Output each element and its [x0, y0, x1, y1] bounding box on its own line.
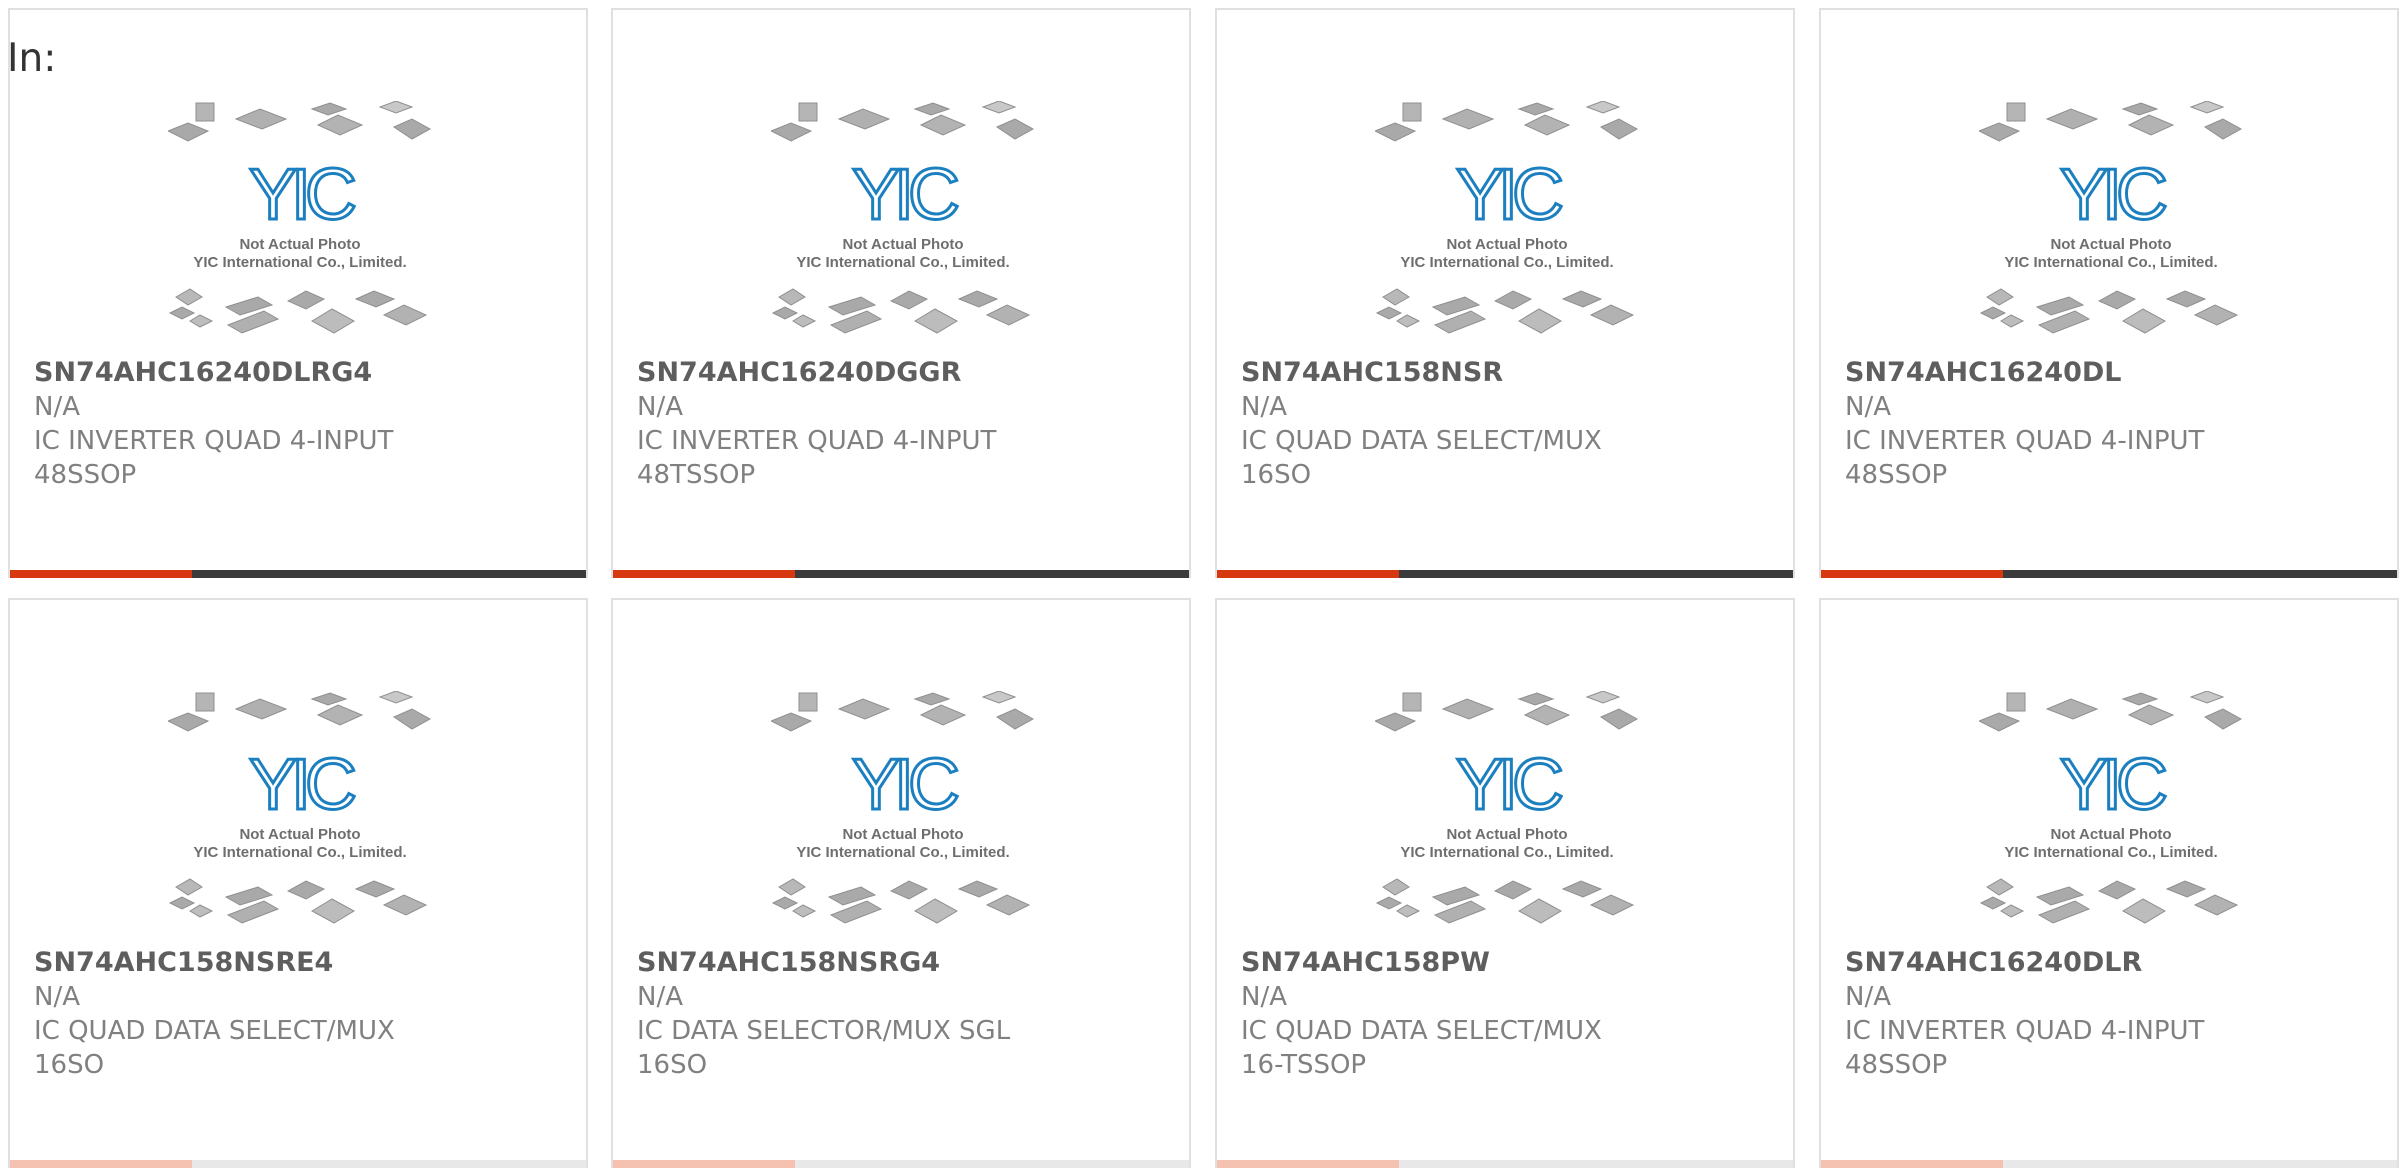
- card-bar: [1217, 570, 1793, 578]
- product-image: YIC Not Actual Photo YIC International Co.…: [166, 100, 432, 341]
- yic-logo: YIC: [249, 745, 355, 825]
- part-number[interactable]: SN74AHC16240DGGR: [637, 356, 1177, 390]
- part-number[interactable]: SN74AHC158NSRG4: [637, 946, 1177, 980]
- yic-logo: YIC: [852, 155, 958, 235]
- filter-label: In:: [7, 36, 57, 81]
- not-actual-photo-note: Not Actual Photo: [842, 826, 963, 843]
- status: N/A: [1845, 392, 1891, 422]
- placeholder-photo-icon: YICNot Actual PhotoYIC International Co.…: [166, 100, 432, 334]
- placeholder-photo-icon: YICNot Actual PhotoYIC International Co.…: [166, 690, 432, 924]
- part-number[interactable]: SN74AHC158PW: [1241, 946, 1781, 980]
- not-actual-photo-note: Not Actual Photo: [2050, 826, 2171, 843]
- description: IC INVERTER QUAD 4-INPUT 48SSOP: [34, 426, 394, 490]
- company-note: YIC International Co., Limited.: [796, 254, 1009, 271]
- product-card[interactable]: YIC Not Actual Photo YIC International Co.…: [8, 8, 588, 578]
- product-card[interactable]: YIC Not Actual Photo YIC International Co.…: [1819, 598, 2399, 1168]
- not-actual-photo-note: Not Actual Photo: [1446, 826, 1567, 843]
- status: N/A: [637, 982, 683, 1012]
- not-actual-photo-note: Not Actual Photo: [842, 236, 963, 253]
- company-note: YIC International Co., Limited.: [193, 844, 406, 861]
- placeholder-photo-icon: YICNot Actual PhotoYIC International Co.…: [1373, 100, 1639, 334]
- status: N/A: [1845, 982, 1891, 1012]
- card-bar: [613, 570, 1189, 578]
- product-image: YIC Not Actual Photo YIC International Co.…: [769, 690, 1035, 931]
- yic-logo: YIC: [1456, 155, 1562, 235]
- card-bar-accent: [1217, 1160, 1399, 1168]
- company-note: YIC International Co., Limited.: [1400, 254, 1613, 271]
- product-image: YIC Not Actual Photo YIC International Co.…: [1977, 690, 2243, 931]
- card-bar: [1821, 570, 2397, 578]
- card-bar: [10, 570, 586, 578]
- company-note: YIC International Co., Limited.: [1400, 844, 1613, 861]
- part-number[interactable]: SN74AHC16240DLRG4: [34, 356, 574, 390]
- yic-logo: YIC: [1456, 745, 1562, 825]
- company-note: YIC International Co., Limited.: [2004, 254, 2217, 271]
- yic-logo: YIC: [249, 155, 355, 235]
- product-card[interactable]: YIC Not Actual Photo YIC International Co.…: [611, 8, 1191, 578]
- product-image: YIC Not Actual Photo YIC International Co.…: [166, 690, 432, 931]
- not-actual-photo-note: Not Actual Photo: [1446, 236, 1567, 253]
- placeholder-photo-icon: YICNot Actual PhotoYIC International Co.…: [769, 100, 1035, 334]
- not-actual-photo-note: Not Actual Photo: [239, 236, 360, 253]
- placeholder-photo-icon: YICNot Actual PhotoYIC International Co.…: [1977, 690, 2243, 924]
- card-bar-accent: [10, 570, 192, 578]
- product-image: YIC Not Actual Photo YIC International Co.…: [1977, 100, 2243, 341]
- status: N/A: [34, 982, 80, 1012]
- not-actual-photo-note: Not Actual Photo: [2050, 236, 2171, 253]
- part-number[interactable]: SN74AHC158NSRE4: [34, 946, 574, 980]
- yic-logo: YIC: [2060, 155, 2166, 235]
- description: IC QUAD DATA SELECT/MUX 16SO: [1241, 426, 1602, 490]
- card-bar-accent: [613, 570, 795, 578]
- yic-logo: YIC: [2060, 745, 2166, 825]
- card-bar-accent: [10, 1160, 192, 1168]
- company-note: YIC International Co., Limited.: [796, 844, 1009, 861]
- description: IC INVERTER QUAD 4-INPUT 48SSOP: [1845, 426, 2205, 490]
- product-card[interactable]: YIC Not Actual Photo YIC International Co.…: [8, 598, 588, 1168]
- part-number[interactable]: SN74AHC16240DL: [1845, 356, 2385, 390]
- not-actual-photo-note: Not Actual Photo: [239, 826, 360, 843]
- product-image: YIC Not Actual Photo YIC International Co.…: [1373, 100, 1639, 341]
- placeholder-photo-icon: YICNot Actual PhotoYIC International Co.…: [1977, 100, 2243, 334]
- yic-logo: YIC: [852, 745, 958, 825]
- company-note: YIC International Co., Limited.: [2004, 844, 2217, 861]
- status: N/A: [637, 392, 683, 422]
- card-bar: [1821, 1160, 2397, 1168]
- product-card[interactable]: YIC Not Actual Photo YIC International Co.…: [611, 598, 1191, 1168]
- product-card[interactable]: YIC Not Actual Photo YIC International Co.…: [1819, 8, 2399, 578]
- description: IC QUAD DATA SELECT/MUX 16-TSSOP: [1241, 1016, 1602, 1080]
- company-note: YIC International Co., Limited.: [193, 254, 406, 271]
- placeholder-photo-icon: YICNot Actual PhotoYIC International Co.…: [1373, 690, 1639, 924]
- product-grid: YIC Not Actual Photo YIC International Co.…: [8, 8, 2400, 1168]
- card-bar-accent: [613, 1160, 795, 1168]
- placeholder-photo-icon: YICNot Actual PhotoYIC International Co.…: [769, 690, 1035, 924]
- status: N/A: [34, 392, 80, 422]
- description: IC INVERTER QUAD 4-INPUT 48TSSOP: [637, 426, 997, 490]
- status: N/A: [1241, 982, 1287, 1012]
- product-card[interactable]: YIC Not Actual Photo YIC International Co.…: [1215, 8, 1795, 578]
- part-number[interactable]: SN74AHC158NSR: [1241, 356, 1781, 390]
- card-bar: [10, 1160, 586, 1168]
- product-image: YIC Not Actual Photo YIC International Co.…: [1373, 690, 1639, 931]
- description: IC INVERTER QUAD 4-INPUT 48SSOP: [1845, 1016, 2205, 1080]
- card-bar-accent: [1821, 570, 2003, 578]
- part-number[interactable]: SN74AHC16240DLR: [1845, 946, 2385, 980]
- product-card[interactable]: YIC Not Actual Photo YIC International Co.…: [1215, 598, 1795, 1168]
- description: IC DATA SELECTOR/MUX SGL 16SO: [637, 1016, 1011, 1080]
- description: IC QUAD DATA SELECT/MUX 16SO: [34, 1016, 395, 1080]
- card-bar: [1217, 1160, 1793, 1168]
- product-image: YIC Not Actual Photo YIC International Co.…: [769, 100, 1035, 341]
- card-bar-accent: [1821, 1160, 2003, 1168]
- card-bar-accent: [1217, 570, 1399, 578]
- status: N/A: [1241, 392, 1287, 422]
- card-bar: [613, 1160, 1189, 1168]
